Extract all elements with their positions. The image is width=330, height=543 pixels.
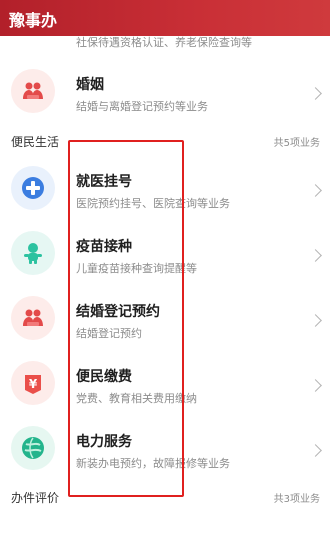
item-title: 结婚登记预约 [76, 304, 160, 320]
yuan-icon: ¥ [11, 361, 55, 405]
list-item-medical[interactable]: 就医挂号 医院预约挂号、医院查询等业务 [0, 158, 330, 222]
list-item-vaccine[interactable]: 疫苗接种 儿童疫苗接种查询提醒等 [0, 223, 330, 287]
item-title: 电力服务 [76, 434, 132, 450]
section-header-convenience: 便民生活 共5项业务 [0, 131, 330, 151]
section-count: 共3项业务 [273, 494, 320, 505]
app-title: 豫事办 [9, 11, 58, 30]
chevron-right-icon [309, 87, 322, 100]
chevron-right-icon [309, 249, 322, 262]
section-label: 办件评价 [11, 491, 60, 505]
chevron-right-icon [309, 184, 322, 197]
marriage-icon [11, 296, 55, 340]
list-item-marriage[interactable]: 婚姻 结婚与离婚登记预约等业务 [0, 60, 330, 124]
section-label: 便民生活 [11, 135, 60, 149]
chevron-right-icon [309, 379, 322, 392]
list-item-marriage-registration[interactable]: 结婚登记预约 结婚登记预约 [0, 288, 330, 352]
chevron-right-icon [309, 314, 322, 327]
partial-item-subtitle: 社保待遇资格认证、养老保险查询等 [76, 36, 252, 49]
item-subtitle: 新装办电预约，故障报修等业务 [76, 457, 230, 470]
item-title: 疫苗接种 [76, 239, 132, 255]
item-subtitle: 党费、教育相关费用缴纳 [76, 392, 197, 405]
power-globe-icon [11, 426, 55, 470]
item-title: 就医挂号 [76, 174, 132, 190]
section-count: 共5项业务 [273, 138, 320, 149]
item-subtitle: 儿童疫苗接种查询提醒等 [76, 262, 197, 275]
medical-cross-icon [11, 166, 55, 210]
item-title: 婚姻 [76, 77, 104, 93]
list-item-power[interactable]: 电力服务 新装办电预约，故障报修等业务 [0, 418, 330, 482]
item-subtitle: 结婚与离婚登记预约等业务 [76, 100, 208, 113]
item-subtitle: 结婚登记预约 [76, 327, 142, 340]
svg-text:¥: ¥ [29, 377, 38, 391]
item-subtitle: 医院预约挂号、医院查询等业务 [76, 197, 230, 210]
list-item-payment[interactable]: ¥ 便民缴费 党费、教育相关费用缴纳 [0, 353, 330, 417]
item-title: 便民缴费 [76, 369, 132, 385]
baby-icon [11, 231, 55, 275]
chevron-right-icon [309, 444, 322, 457]
marriage-icon [11, 69, 55, 113]
section-header-evaluation: 办件评价 共3项业务 [0, 487, 330, 507]
app-title-bar: 豫事办 [0, 0, 330, 36]
